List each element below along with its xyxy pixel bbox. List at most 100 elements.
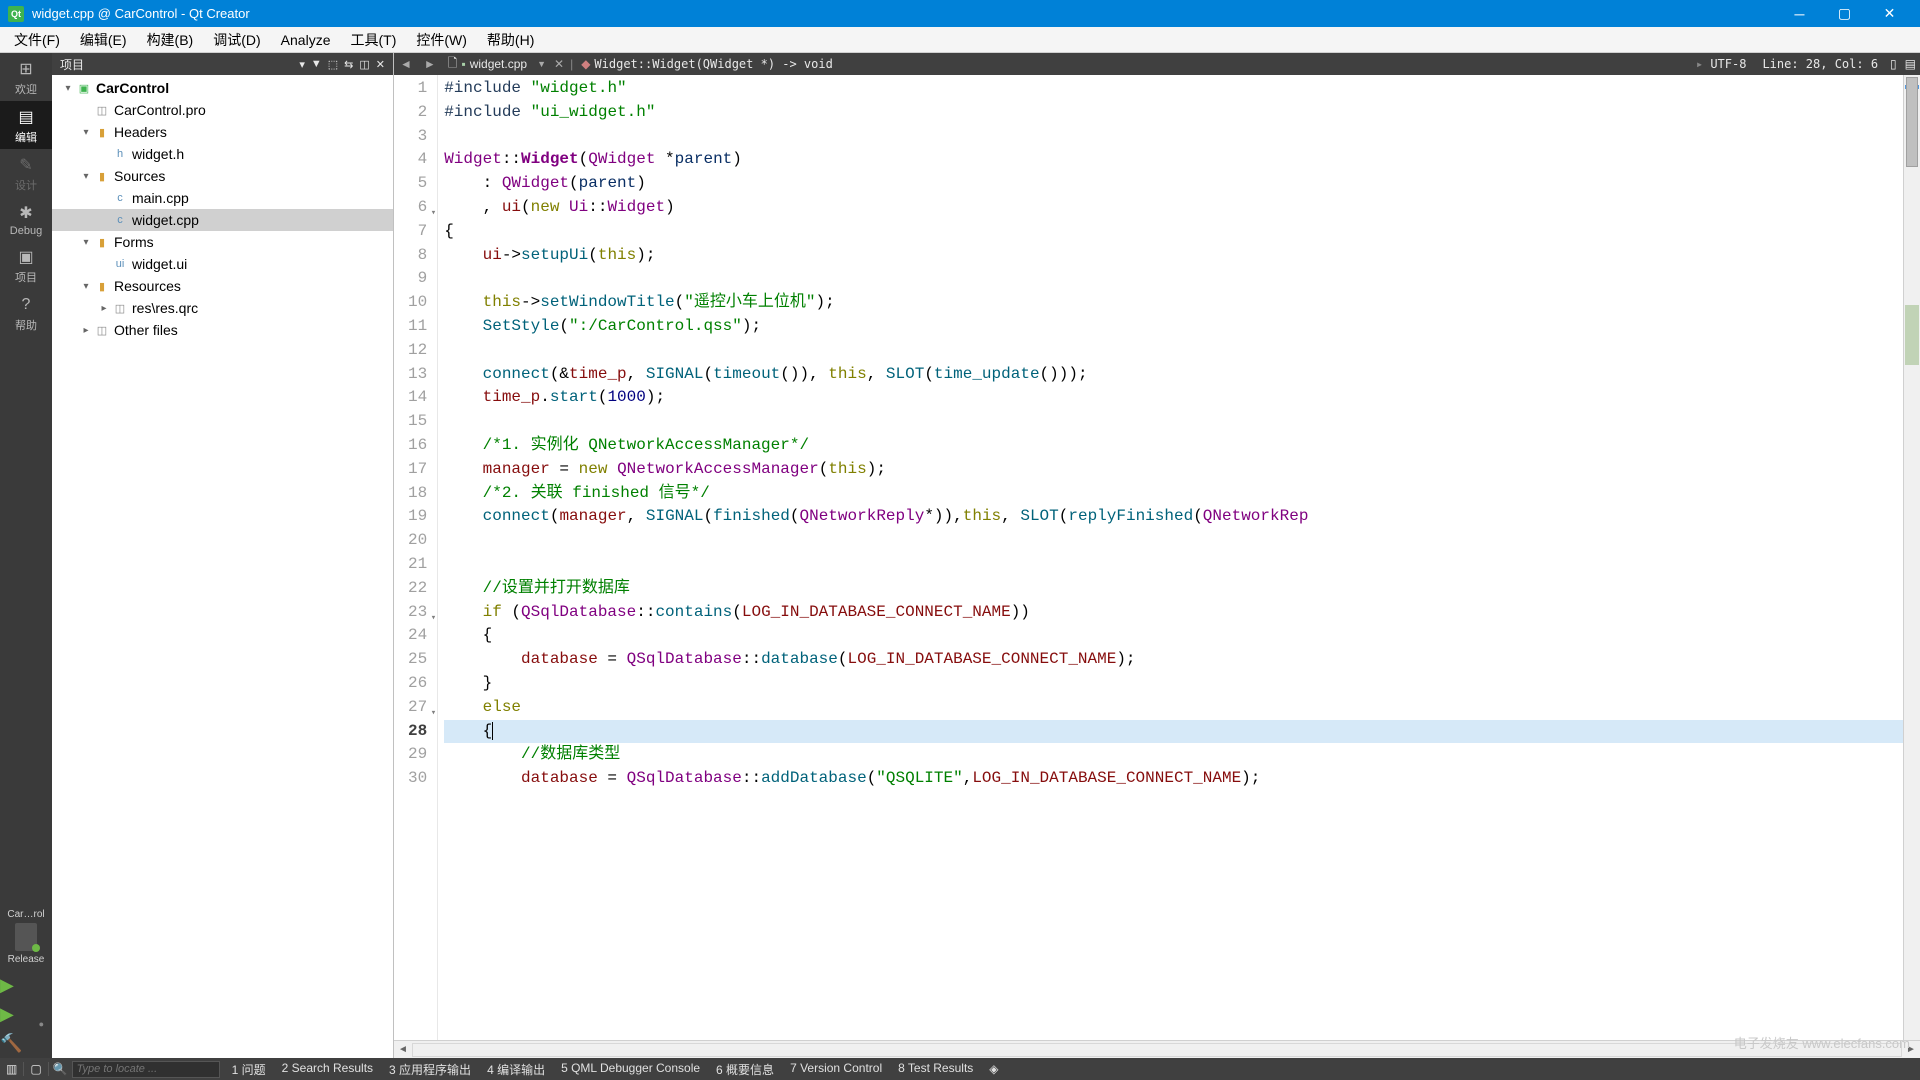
run-button[interactable]: ▶ <box>0 971 52 1000</box>
vertical-scrollbar[interactable] <box>1903 75 1920 1040</box>
mode-button-4[interactable]: ▣ 项目 <box>0 241 52 289</box>
window-title: widget.cpp @ CarControl - Qt Creator <box>32 6 1777 21</box>
menu-item-6[interactable]: 控件(W) <box>406 28 477 52</box>
tree-item-icon: ▮ <box>94 168 110 184</box>
cursor-position[interactable]: Line: 28, Col: 6 <box>1754 57 1886 71</box>
tree-row[interactable]: ▾▣CarControl <box>52 77 393 99</box>
mode-button-3[interactable]: ✱Debug <box>0 197 52 241</box>
tree-item-label: Headers <box>114 124 167 140</box>
tree-row[interactable]: cmain.cpp <box>52 187 393 209</box>
code-content[interactable]: #include "widget.h"#include "ui_widget.h… <box>438 75 1903 1040</box>
file-crumb[interactable]: 🗋 ▪ widget.cpp <box>442 54 533 75</box>
tree-toggle-icon[interactable]: ▾ <box>78 171 94 182</box>
tree-toggle-icon[interactable]: ▾ <box>78 281 94 292</box>
status-pane-5[interactable]: 6 概要信息 <box>708 1061 782 1078</box>
status-pane-1[interactable]: 2 Search Results <box>274 1061 381 1078</box>
maximize-button[interactable]: ▢ <box>1822 0 1867 27</box>
project-panel-title: 项目 <box>60 56 293 73</box>
panel-close-icon[interactable]: ✕ <box>376 58 385 71</box>
symbol-crumb[interactable]: ◆ Widget::Widget(QWidget *) -> void <box>575 57 839 71</box>
status-menu-icon[interactable]: ◈ <box>981 1062 1006 1076</box>
menu-item-3[interactable]: 调试(D) <box>203 28 270 52</box>
tree-item-icon: ◫ <box>94 102 110 118</box>
tree-row[interactable]: ◫CarControl.pro <box>52 99 393 121</box>
tree-row[interactable]: ▾▮Forms <box>52 231 393 253</box>
filter-icon[interactable]: ▾ <box>299 58 305 71</box>
status-pane-2[interactable]: 3 应用程序输出 <box>381 1061 479 1078</box>
close-panel-button[interactable]: ▢ <box>24 1062 48 1076</box>
tree-row[interactable]: ▸◫res\res.qrc <box>52 297 393 319</box>
locate-input[interactable] <box>72 1061 220 1078</box>
editor-split-icon[interactable]: ▯ <box>1886 57 1901 71</box>
menu-item-4[interactable]: Analyze <box>271 30 341 50</box>
target-name: Car…rol <box>7 909 44 920</box>
device-icon <box>15 923 37 951</box>
tree-toggle-icon[interactable]: ▾ <box>78 237 94 248</box>
code-editor[interactable]: 123456▾7891011121314151617181920212223▾2… <box>394 75 1903 1040</box>
encoding-status[interactable]: ▸ UTF-8 <box>1688 57 1755 71</box>
menu-item-7[interactable]: 帮助(H) <box>477 28 544 52</box>
status-pane-0[interactable]: 1 问题 <box>224 1061 274 1078</box>
link-icon[interactable]: ⬚ <box>328 58 338 71</box>
tree-item-icon: ◫ <box>94 322 110 338</box>
mode-icon: ▣ <box>16 247 36 267</box>
mode-label: 帮助 <box>15 317 37 333</box>
tree-row[interactable]: ▾▮Resources <box>52 275 393 297</box>
tree-item-label: widget.ui <box>132 256 187 272</box>
mode-button-1[interactable]: ▤编辑 <box>0 101 52 149</box>
tree-item-label: Resources <box>114 278 181 294</box>
tree-toggle-icon[interactable]: ▸ <box>78 325 94 336</box>
tree-row[interactable]: cwidget.cpp <box>52 209 393 231</box>
tree-toggle-icon[interactable]: ▾ <box>78 127 94 138</box>
menu-item-0[interactable]: 文件(F) <box>4 28 70 52</box>
tab-close-button[interactable]: ✕ <box>550 57 568 71</box>
tree-toggle-icon[interactable]: ▾ <box>60 83 76 94</box>
build-button[interactable]: 🔨 <box>0 1029 52 1058</box>
mode-label: 项目 <box>15 269 37 285</box>
file-dropdown-icon[interactable]: ▼ <box>533 59 550 69</box>
toggle-sidebar-button[interactable]: ▥ <box>0 1062 24 1076</box>
tree-row[interactable]: ▾▮Sources <box>52 165 393 187</box>
tree-row[interactable]: hwidget.h <box>52 143 393 165</box>
nav-back-button[interactable]: ◄ <box>394 57 418 71</box>
sync-icon[interactable]: ⇆ <box>344 58 353 71</box>
tree-row[interactable]: uiwidget.ui <box>52 253 393 275</box>
debug-run-button[interactable]: ▶● <box>0 1000 52 1029</box>
tree-item-label: Other files <box>114 322 178 338</box>
close-button[interactable]: ✕ <box>1867 0 1912 27</box>
menu-item-2[interactable]: 构建(B) <box>137 28 204 52</box>
tree-row[interactable]: ▾▮Headers <box>52 121 393 143</box>
line-gutter[interactable]: 123456▾7891011121314151617181920212223▾2… <box>394 75 438 1040</box>
status-pane-4[interactable]: 5 QML Debugger Console <box>553 1061 708 1078</box>
editor-extra-icon[interactable]: ▤ <box>1901 57 1920 71</box>
minimize-button[interactable]: ─ <box>1777 0 1822 27</box>
kit-selector[interactable]: Car…rol Release <box>0 903 52 971</box>
tree-toggle-icon[interactable]: ▸ <box>96 303 112 314</box>
status-pane-6[interactable]: 7 Version Control <box>782 1061 890 1078</box>
horizontal-scrollbar[interactable]: ◄ ► <box>394 1040 1920 1058</box>
tree-item-label: res\res.qrc <box>132 300 198 316</box>
tree-item-icon: ▮ <box>94 278 110 294</box>
tree-item-label: Sources <box>114 168 165 184</box>
status-pane-3[interactable]: 4 编译输出 <box>479 1061 553 1078</box>
funnel-icon[interactable]: ▼ <box>311 58 322 70</box>
menu-item-5[interactable]: 工具(T) <box>340 28 406 52</box>
status-pane-7[interactable]: 8 Test Results <box>890 1061 981 1078</box>
mode-button-2[interactable]: ✎设计 <box>0 149 52 197</box>
function-icon: ◆ <box>581 57 590 71</box>
lock-icon: 🗋 <box>448 54 458 75</box>
tree-item-label: widget.cpp <box>132 212 199 228</box>
project-tree[interactable]: ▾▣CarControl◫CarControl.pro▾▮Headershwid… <box>52 75 393 1058</box>
tree-item-label: main.cpp <box>132 190 189 206</box>
nav-forward-button[interactable]: ► <box>418 57 442 71</box>
project-panel-header: 项目 ▾ ▼ ⬚ ⇆ ◫ ✕ <box>52 53 393 75</box>
tree-row[interactable]: ▸◫Other files <box>52 319 393 341</box>
mode-button-5[interactable]: ? 帮助 <box>0 289 52 337</box>
mode-button-0[interactable]: ⊞欢迎 <box>0 53 52 101</box>
tree-item-label: CarControl.pro <box>114 102 206 118</box>
mode-icon: ? <box>16 295 36 315</box>
mode-icon: ▤ <box>16 107 36 127</box>
split-icon[interactable]: ◫ <box>359 58 369 71</box>
statusbar: ▥ ▢ 🔍 1 问题2 Search Results3 应用程序输出4 编译输出… <box>0 1058 1920 1080</box>
menu-item-1[interactable]: 编辑(E) <box>70 28 137 52</box>
